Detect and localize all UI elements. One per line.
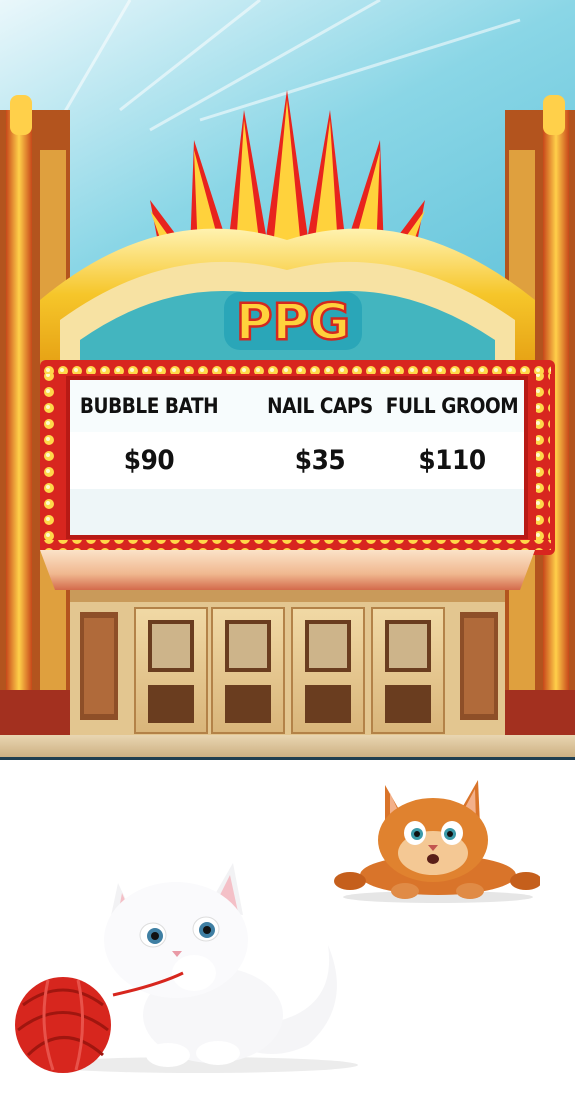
price-nail-caps: $35 (294, 445, 346, 476)
service-name-bubble-bath: BUBBLE BATH (79, 394, 219, 418)
price-bubble-bath: $90 (123, 445, 175, 476)
white-cat-illustration (15, 863, 358, 1073)
svg-text:PPG: PPG (236, 293, 350, 351)
service-name-nail-caps: NAIL CAPS (267, 394, 373, 418)
empty-board-row (70, 489, 524, 535)
service-name-full-groom: FULL GROOM (385, 394, 519, 418)
price-full-groom: $110 (418, 445, 486, 476)
cats-section (0, 760, 575, 1120)
ppg-logo: PPG (224, 292, 362, 352)
services-price-board: BUBBLE BATH NAIL CAPS FULL GROOM $90 $35… (70, 380, 524, 535)
service-names-row: BUBBLE BATH NAIL CAPS FULL GROOM (70, 380, 524, 432)
theater-page: PPG BUBBLE BATH NAIL CAPS FULL GROOM $90… (0, 0, 575, 1120)
yarn-ball-icon (15, 977, 111, 1073)
service-prices-row: $90 $35 $110 (70, 432, 524, 489)
